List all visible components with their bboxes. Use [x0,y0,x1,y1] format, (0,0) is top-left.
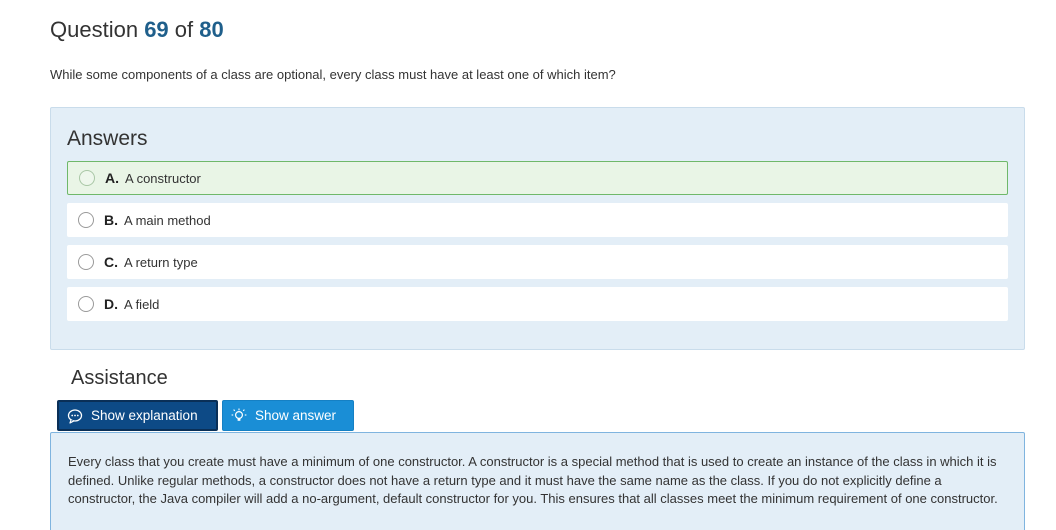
radio-button-d[interactable] [78,296,94,312]
answer-option-a[interactable]: A. A constructor [67,161,1008,195]
question-total: 80 [199,17,224,42]
answers-heading: Answers [67,127,148,150]
option-letter-a: A. [105,170,119,186]
chat-bubble-icon [67,408,83,424]
radio-button-a[interactable] [79,170,95,186]
option-text-c: A return type [124,254,198,270]
lightbulb-icon [231,408,247,421]
explanation-panel: Every class that you create must have a … [50,432,1025,530]
option-letter-c: C. [104,254,118,270]
answers-panel: Answers A. A constructor B. A main metho… [50,107,1025,350]
answer-option-d[interactable]: D. A field [67,287,1008,321]
answer-option-c[interactable]: C. A return type [67,245,1008,279]
show-explanation-button[interactable]: Show explanation [57,400,218,431]
option-text-b: A main method [124,212,211,228]
option-letter-b: B. [104,212,118,228]
question-label: Question [50,17,139,42]
option-text-a: A constructor [125,170,201,186]
explanation-text: Every class that you create must have a … [68,454,998,506]
option-text-d: A field [124,296,160,312]
radio-button-c[interactable] [78,254,94,270]
question-of-label: of [174,17,194,42]
show-answer-label: Show answer [255,408,337,423]
radio-button-b[interactable] [78,212,94,228]
show-answer-button[interactable]: Show answer [222,400,354,431]
assistance-heading: Assistance [71,367,168,389]
question-text: While some components of a class are opt… [50,67,616,82]
show-explanation-label: Show explanation [91,408,198,423]
option-letter-d: D. [104,296,118,312]
answer-option-b[interactable]: B. A main method [67,203,1008,237]
question-title: Question 69 of 80 [50,17,224,43]
question-number: 69 [144,17,169,42]
